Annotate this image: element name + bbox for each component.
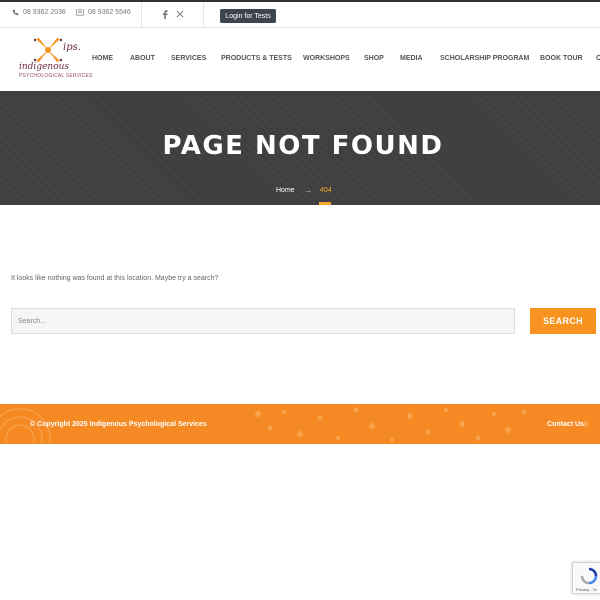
copyright-text: © Copyright 2025 Indigenous Psychologica… [30,421,207,428]
search-input[interactable] [11,308,515,334]
divider [141,2,142,28]
breadcrumb-current: 404 [320,187,332,194]
top-bar: 08 9362 2036 08 9362 5546 Login for Test… [0,2,600,28]
logo-ips-text: ips. [63,42,81,53]
nav-item-home[interactable]: HOME [92,55,113,62]
footer-contact-link[interactable]: Contact Us [547,421,584,428]
phone-contact[interactable]: 08 9362 2036 [12,9,66,16]
search-button[interactable]: SEARCH [530,308,596,334]
recaptcha-badge[interactable]: Privacy - Te [572,562,600,594]
nav-item-shop[interactable]: SHOP [364,55,384,62]
login-for-tests-button[interactable]: Login for Tests [220,9,276,23]
breadcrumb-arrow-icon: → [304,186,312,195]
breadcrumb-underline [319,202,331,205]
page-title: PAGE NOT FOUND [162,131,444,161]
nav-item-book-tour[interactable]: BOOK TOUR [540,55,583,62]
breadcrumb-home-link[interactable]: Home [276,187,295,194]
page-hero: PAGE NOT FOUND Home → 404 [0,91,600,205]
site-header: ips. indigenous PSYCHOLOGICAL SERVICES H… [0,28,600,91]
nav-item-about[interactable]: ABOUT [130,55,155,62]
recaptcha-icon [580,567,598,585]
nav-item-media[interactable]: MEDIA [400,55,423,62]
fax-contact[interactable]: 08 9362 5546 [76,9,131,16]
fax-number: 08 9362 5546 [88,9,131,16]
nav-item-scholarship-program[interactable]: SCHOLARSHIP PROGRAM [440,55,529,62]
not-found-message: It looks like nothing was found at this … [11,275,219,282]
phone-icon [12,9,19,16]
facebook-icon[interactable] [162,10,168,21]
nav-item-contact-partial[interactable]: C [596,55,600,62]
nav-item-services[interactable]: SERVICES [171,55,206,62]
logo-subtitle: PSYCHOLOGICAL SERVICES [19,73,93,79]
site-logo[interactable]: ips. indigenous PSYCHOLOGICAL SERVICES [16,36,93,82]
logo-script-text: indigenous [19,62,70,72]
phone-number: 08 9362 2036 [23,9,66,16]
recaptcha-links[interactable]: Privacy - Te [576,587,597,592]
divider [203,2,204,28]
nav-item-products-tests[interactable]: PRODUCTS & TESTS [221,55,292,62]
fax-icon [76,9,84,16]
x-icon[interactable] [176,10,184,20]
site-footer: © Copyright 2025 Indigenous Psychologica… [0,404,600,444]
nav-item-workshops[interactable]: WORKSHOPS [303,55,350,62]
